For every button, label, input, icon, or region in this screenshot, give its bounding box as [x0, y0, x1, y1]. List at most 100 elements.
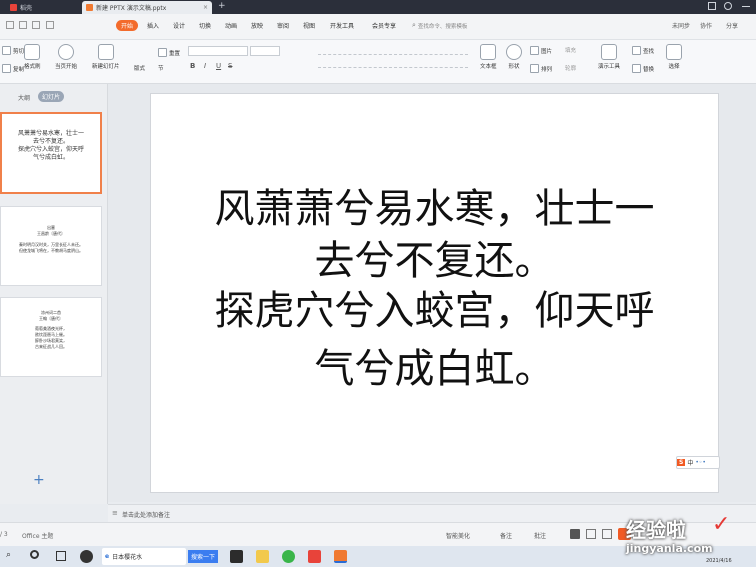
reset-button[interactable]: 重置 — [158, 48, 180, 57]
menu-slideshow[interactable]: 放映 — [251, 21, 263, 30]
ime-mode-label: 中 — [687, 460, 694, 467]
slide-thumbnail-1[interactable]: 风萧萧兮易水寒，壮士一 去兮不复还。 探虎穴兮入蛟宫，仰天呼 气兮成白虹。 — [0, 112, 102, 194]
picture-label: 图片 — [541, 48, 553, 55]
textbox-icon — [480, 44, 497, 60]
notes-toggle-button[interactable]: 备注 — [500, 531, 512, 540]
slide-thumbnail-3[interactable]: 凉州词二首 王翰〔唐代〕 葡萄美酒夜光杯， 欲饮琵琶马上催。 醉卧沙场君莫笑， … — [0, 297, 102, 377]
layout-button[interactable]: 版式 — [134, 64, 145, 72]
sorter-view-icon[interactable] — [586, 529, 596, 539]
search-icon: ⌕ — [412, 21, 416, 29]
font-name-field[interactable] — [188, 46, 248, 56]
tab-document[interactable]: 新建 PPTX 演示文稿.pptx × — [82, 1, 212, 14]
close-tab-icon[interactable]: × — [203, 4, 208, 11]
fill-label: 填充 — [565, 48, 577, 54]
share-button[interactable]: 分享 — [726, 21, 738, 30]
cortana-icon[interactable] — [30, 550, 39, 559]
watermark-text: 经验啦 — [626, 518, 686, 542]
textbox-button[interactable]: 文本框 — [480, 44, 497, 70]
ime-options-icon: •◦• — [695, 459, 706, 466]
minimize-icon[interactable] — [742, 6, 750, 7]
file-explorer-icon[interactable] — [256, 550, 269, 563]
reading-view-icon[interactable] — [602, 529, 612, 539]
menu-bar: 开始 插入 设计 切换 动画 放映 审阅 视图 开发工具 会员专享 ⌕ 查找命令… — [0, 14, 756, 40]
bold-button[interactable]: B — [190, 62, 195, 70]
search-icon[interactable]: ⌕ — [6, 550, 11, 560]
ime-toolbar[interactable]: S 中 •◦• — [676, 456, 720, 469]
wps-presentation-icon[interactable] — [334, 550, 347, 563]
new-slide-icon — [97, 44, 114, 60]
menu-review[interactable]: 审阅 — [277, 21, 289, 30]
avatar[interactable] — [724, 2, 732, 10]
replace-icon — [632, 64, 641, 73]
quick-access-icons[interactable] — [6, 21, 86, 31]
find-button[interactable]: 查找 — [632, 46, 654, 55]
replace-button[interactable]: 替换 — [632, 64, 654, 73]
presenter-icon — [601, 44, 617, 60]
new-tab-icon[interactable]: + — [218, 1, 226, 11]
task-view-icon[interactable] — [56, 551, 66, 561]
add-slide-icon[interactable]: + — [33, 472, 45, 488]
watermark: 经验啦 ✓ jingyanla.com — [622, 512, 756, 562]
browser-search-box[interactable]: e 日本樱花水 — [102, 548, 186, 565]
menu-home[interactable]: 开始 — [116, 20, 139, 31]
thumb1-line: 去兮不复还。 — [32, 138, 69, 145]
cut-button[interactable]: 剪切 — [2, 46, 24, 55]
slide-text-line-4[interactable]: 气兮成白虹。 — [151, 336, 718, 394]
fill-button[interactable]: 填充 — [565, 46, 576, 54]
picture-button[interactable]: 图片 — [530, 46, 552, 55]
brush-icon — [24, 44, 41, 60]
arrange-button[interactable]: 排列 — [530, 64, 552, 73]
font-size-field[interactable] — [250, 46, 280, 56]
reset-label: 重置 — [169, 50, 181, 57]
underline-button[interactable]: U — [216, 62, 221, 70]
new-slide-button[interactable]: 新建幻灯片 — [92, 44, 120, 70]
menu-developer[interactable]: 开发工具 — [330, 21, 354, 30]
slide-canvas[interactable]: 风萧萧兮易水寒，壮士一 去兮不复还。 探虎穴兮入蛟宫，仰天呼 气兮成白虹。 — [150, 93, 719, 493]
paragraph-controls[interactable] — [318, 48, 468, 72]
menu-animation[interactable]: 动画 — [225, 21, 237, 30]
tab-slides[interactable]: 幻灯片 — [38, 91, 65, 102]
app-icon[interactable] — [80, 550, 93, 563]
normal-view-icon[interactable] — [570, 529, 580, 539]
strikethrough-button[interactable]: S — [228, 62, 232, 70]
terminal-icon[interactable] — [230, 550, 243, 563]
outline-button[interactable]: 轮廓 — [565, 64, 576, 72]
new-slide-label: 新建幻灯片 — [92, 64, 120, 70]
baidu-search-button[interactable]: 搜索一下 — [188, 550, 219, 563]
tab-outline[interactable]: 大纲 — [18, 93, 30, 102]
slide-thumbnail-2[interactable]: 出塞 王昌龄〔唐代〕 秦时明月汉时关，万里长征人未还。 但使龙城飞将在，不教胡马… — [0, 206, 102, 286]
comment-button[interactable]: 批注 — [534, 531, 546, 540]
collaborate-button[interactable]: 协作 — [700, 21, 712, 30]
notes-placeholder: 单击此处添加备注 — [122, 512, 171, 519]
menu-insert[interactable]: 插入 — [147, 21, 159, 30]
menu-view[interactable]: 视图 — [303, 21, 315, 30]
copy-button[interactable]: 复制 — [2, 64, 24, 73]
section-label: 节 — [158, 66, 164, 72]
browser-360-icon[interactable] — [282, 550, 295, 563]
thumb3-line: 古来征战几人回。 — [35, 344, 67, 349]
play-from-current-label: 当页开始 — [55, 64, 78, 70]
shape-button[interactable]: 形状 — [506, 44, 522, 70]
play-from-current-button[interactable]: 当页开始 — [55, 44, 77, 70]
wps-icon[interactable] — [308, 550, 321, 563]
italic-button[interactable]: I — [204, 62, 206, 70]
section-button[interactable]: 节 — [158, 64, 164, 72]
find-icon — [632, 46, 641, 55]
copy-icon — [2, 64, 11, 73]
command-search[interactable]: ⌕ 查找命令、搜索模板 — [412, 20, 502, 31]
presenter-tools-button[interactable]: 演示工具 — [598, 44, 620, 70]
select-button[interactable]: 选择 — [666, 44, 682, 70]
cut-label: 剪切 — [13, 48, 25, 55]
slide-text-line-3[interactable]: 探虎穴兮入蛟宫，仰天呼 — [151, 278, 718, 336]
smart-beautify-button[interactable]: 智能美化 — [446, 531, 470, 540]
command-search-placeholder: 查找命令、搜索模板 — [417, 23, 468, 30]
restore-icon[interactable] — [708, 2, 716, 10]
sync-status[interactable]: 未同步 — [672, 21, 690, 30]
format-painter-button[interactable]: 格式刷 — [24, 44, 41, 70]
menu-member[interactable]: 会员专享 — [372, 21, 396, 30]
slide-text-line-1[interactable]: 风萧萧兮易水寒，壮士一 — [151, 176, 718, 234]
thumb3-line: 王翰〔唐代〕 — [39, 316, 63, 321]
menu-design[interactable]: 设计 — [173, 21, 185, 30]
tab-docer[interactable]: 稻壳 — [6, 1, 36, 14]
menu-transition[interactable]: 切换 — [199, 21, 211, 30]
